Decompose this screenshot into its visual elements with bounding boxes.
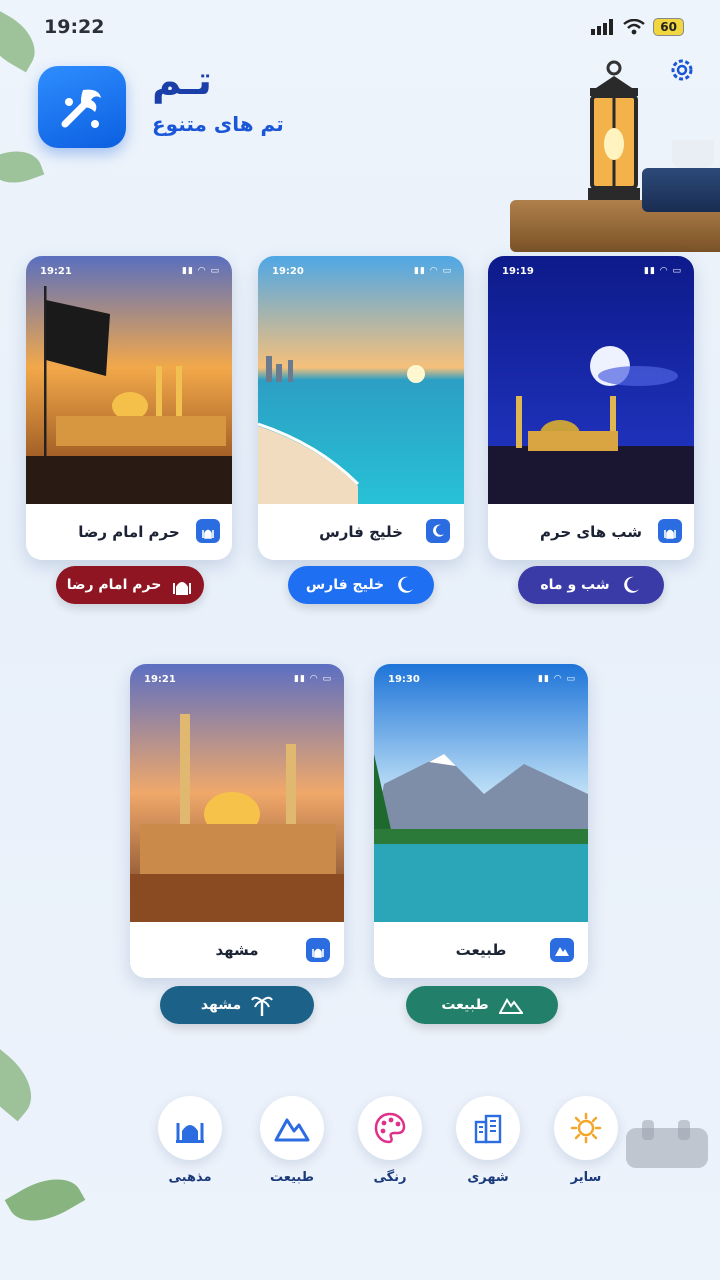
signal-icon xyxy=(591,19,614,35)
mountain-icon xyxy=(550,938,574,962)
card-label: شب های حرم xyxy=(540,523,642,541)
app-icon[interactable] xyxy=(38,66,126,148)
nav-circle xyxy=(158,1096,222,1160)
nav-label: مذهبی xyxy=(168,1170,212,1185)
leaf-decoration xyxy=(0,1042,46,1122)
nav-circle xyxy=(456,1096,520,1160)
lantern-decoration xyxy=(588,60,640,200)
card-status-icons: ▮▮ ◠ ▭ xyxy=(294,674,332,684)
status-time: 19:22 xyxy=(44,16,105,38)
category-pill-imam-reza-shrine[interactable]: حرم امام رضا xyxy=(56,566,204,604)
pill-label: مشهد xyxy=(200,997,242,1013)
mosque-icon xyxy=(196,519,220,543)
building-icon xyxy=(474,1114,502,1144)
moon-icon xyxy=(623,576,639,593)
category-pill-night-moon[interactable]: شب و ماه xyxy=(518,566,664,604)
nav-item-nature[interactable]: طبیعت xyxy=(252,1096,332,1185)
category-pill-mashhad[interactable]: مشهد xyxy=(160,986,314,1024)
card-label: حرم امام رضا xyxy=(78,523,180,541)
mosque-icon xyxy=(658,519,682,543)
nav-label: شهری xyxy=(467,1170,509,1185)
mountain-icon xyxy=(274,1118,310,1142)
nav-item-religious[interactable]: مذهبی xyxy=(150,1096,230,1185)
wifi-icon xyxy=(623,19,646,35)
settings-gear-icon[interactable] xyxy=(668,56,696,84)
card-time: 19:21 xyxy=(144,674,176,685)
nav-item-other[interactable]: سایر xyxy=(546,1096,626,1185)
palm-tree-icon xyxy=(251,996,273,1016)
mosque-icon xyxy=(306,938,330,962)
leaf-decoration xyxy=(0,142,45,192)
book-decoration xyxy=(642,168,720,212)
palette-icon xyxy=(374,1112,406,1144)
battery-indicator: 60 xyxy=(653,18,684,36)
nav-label: رنگی xyxy=(373,1170,407,1185)
theme-card-haram-nights[interactable]: 19:19 ▮▮ ◠ ▭ شب های حرم xyxy=(488,256,694,560)
nav-circle xyxy=(358,1096,422,1160)
mosque-icon xyxy=(176,1123,204,1143)
nav-label: سایر xyxy=(570,1170,602,1185)
card-time: 19:20 xyxy=(272,266,304,277)
card-time: 19:19 xyxy=(502,266,534,277)
theme-preview-image xyxy=(374,664,588,922)
theme-preview-image xyxy=(488,256,694,504)
status-icons: 60 xyxy=(591,18,684,36)
theme-card-nature[interactable]: 19:30 ▮▮ ◠ ▭ طبیعت xyxy=(374,664,588,978)
card-label: خلیج فارس xyxy=(319,523,403,541)
brush-icon xyxy=(61,89,101,128)
theme-card-persian-gulf[interactable]: 19:20 ▮▮ ◠ ▭ خلیج فارس xyxy=(258,256,464,560)
app-title: تـم xyxy=(152,58,213,104)
leaf-decoration xyxy=(0,7,46,73)
card-status-icons: ▮▮ ◠ ▭ xyxy=(538,674,576,684)
card-label: طبیعت xyxy=(455,941,507,959)
nav-circle xyxy=(554,1096,618,1160)
pill-label: حرم امام رضا xyxy=(66,577,162,593)
wave-moon-icon xyxy=(426,519,450,543)
card-label: مشهد xyxy=(215,941,259,959)
category-pill-nature[interactable]: طبیعت xyxy=(406,986,558,1024)
card-status-icons: ▮▮ ◠ ▭ xyxy=(414,266,452,276)
watermark-logo xyxy=(626,1120,708,1168)
sun-icon xyxy=(570,1112,602,1144)
plant-decoration xyxy=(672,140,714,168)
card-time: 19:30 xyxy=(388,674,420,685)
theme-card-imam-reza-shrine[interactable]: 19:21 ▮▮ ◠ ▭ حرم امام رضا xyxy=(26,256,232,560)
nav-circle xyxy=(260,1096,324,1160)
card-status-icons: ▮▮ ◠ ▭ xyxy=(644,266,682,276)
app-subtitle: تم های متنوع xyxy=(152,112,284,136)
wave-moon-icon xyxy=(398,576,414,593)
pill-label: طبیعت xyxy=(441,997,489,1013)
card-time: 19:21 xyxy=(40,266,72,277)
pill-label: شب و ماه xyxy=(540,577,610,593)
mosque-icon xyxy=(173,582,192,595)
mountain-icon xyxy=(498,998,523,1014)
category-pill-persian-gulf[interactable]: خلیج فارس xyxy=(288,566,434,604)
nav-item-colorful[interactable]: رنگی xyxy=(350,1096,430,1185)
pill-label: خلیج فارس xyxy=(305,577,385,593)
card-status-icons: ▮▮ ◠ ▭ xyxy=(182,266,220,276)
nav-label: طبیعت xyxy=(270,1170,314,1185)
theme-preview-image xyxy=(130,664,344,922)
nav-item-city[interactable]: شهری xyxy=(448,1096,528,1185)
theme-card-mashhad[interactable]: 19:21 ▮▮ ◠ ▭ مشهد xyxy=(130,664,344,978)
theme-preview-image xyxy=(258,256,464,504)
leaf-decoration xyxy=(4,1165,86,1235)
theme-preview-image xyxy=(26,256,232,504)
